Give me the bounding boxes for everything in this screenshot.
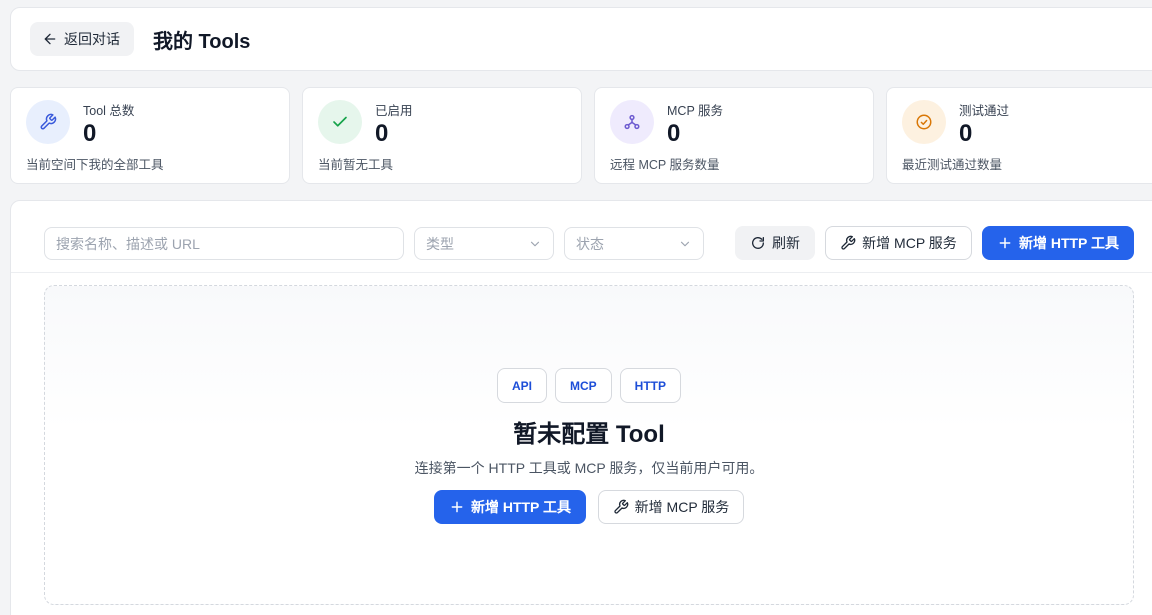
stat-value: 0 [83,120,97,147]
add-mcp-button-label: 新增 MCP 服务 [862,235,957,251]
wrench-icon [841,235,856,250]
add-mcp-button[interactable]: 新增 MCP 服务 [825,226,972,260]
add-http-button[interactable]: 新增 HTTP 工具 [982,226,1134,260]
chevron-down-icon [530,241,540,246]
refresh-button-label: 刷新 [772,235,800,251]
tools-panel: 类型 状态 刷新 新增 MCP 服务 新增 HTTP 工具 API MCP HT… [10,200,1152,615]
empty-add-http-button-label: 新增 HTTP 工具 [470,499,572,515]
back-button[interactable]: 返回对话 [30,22,134,56]
toolbar-divider [11,272,1152,273]
stat-card-mcp: MCP 服务 0 远程 MCP 服务数量 [594,87,874,184]
empty-actions: 新增 HTTP 工具 新增 MCP 服务 [45,490,1133,524]
page-title: 我的 Tools [153,30,251,53]
chip-http: HTTP [619,368,682,403]
status-select[interactable]: 状态 [564,227,704,260]
network-icon [610,100,654,144]
check-icon [318,100,362,144]
search-input[interactable] [44,227,404,260]
stat-label: MCP 服务 [667,104,724,118]
empty-description: 连接第一个 HTTP 工具或 MCP 服务，仅当前用户可用。 [414,460,764,476]
wrench-icon [614,499,628,514]
page-header: 返回对话 我的 Tools [10,7,1152,71]
empty-add-mcp-button[interactable]: 新增 MCP 服务 [598,490,744,524]
stat-card-total: Tool 总数 0 当前空间下我的全部工具 [10,87,290,184]
type-select-placeholder: 类型 [426,235,454,252]
plus-icon [451,501,463,513]
refresh-icon [752,237,764,249]
stat-desc: 远程 MCP 服务数量 [610,158,720,172]
stat-label: 已启用 [375,104,413,118]
plus-icon [999,237,1011,249]
check-circle-icon [902,100,946,144]
wrench-icon [26,100,70,144]
stat-label: 测试通过 [959,104,1010,118]
stat-card-enabled: 已启用 0 当前暂无工具 [302,87,582,184]
empty-add-http-button[interactable]: 新增 HTTP 工具 [434,490,586,524]
stat-card-tested: 测试通过 0 最近测试通过数量 [886,87,1152,184]
back-button-label: 返回对话 [64,31,120,47]
stat-desc: 最近测试通过数量 [902,158,1003,172]
chip-mcp: MCP [555,368,612,403]
stat-value: 0 [667,120,681,147]
stat-label: Tool 总数 [83,104,135,118]
stat-value: 0 [959,120,973,147]
empty-state: API MCP HTTP 暂未配置 Tool 连接第一个 HTTP 工具或 MC… [44,285,1134,605]
empty-title: 暂未配置 Tool [513,421,665,448]
type-select[interactable]: 类型 [414,227,554,260]
chevron-down-icon [680,241,690,246]
chip-api: API [496,368,547,403]
stat-desc: 当前暂无工具 [318,158,394,172]
type-chips: API MCP HTTP [45,368,1133,403]
stat-desc: 当前空间下我的全部工具 [26,158,164,172]
stat-value: 0 [375,120,389,147]
refresh-button[interactable]: 刷新 [735,226,815,260]
status-select-placeholder: 状态 [576,235,604,252]
arrow-left-icon [44,33,56,45]
add-http-button-label: 新增 HTTP 工具 [1018,235,1120,251]
empty-add-mcp-button-label: 新增 MCP 服务 [634,499,730,515]
